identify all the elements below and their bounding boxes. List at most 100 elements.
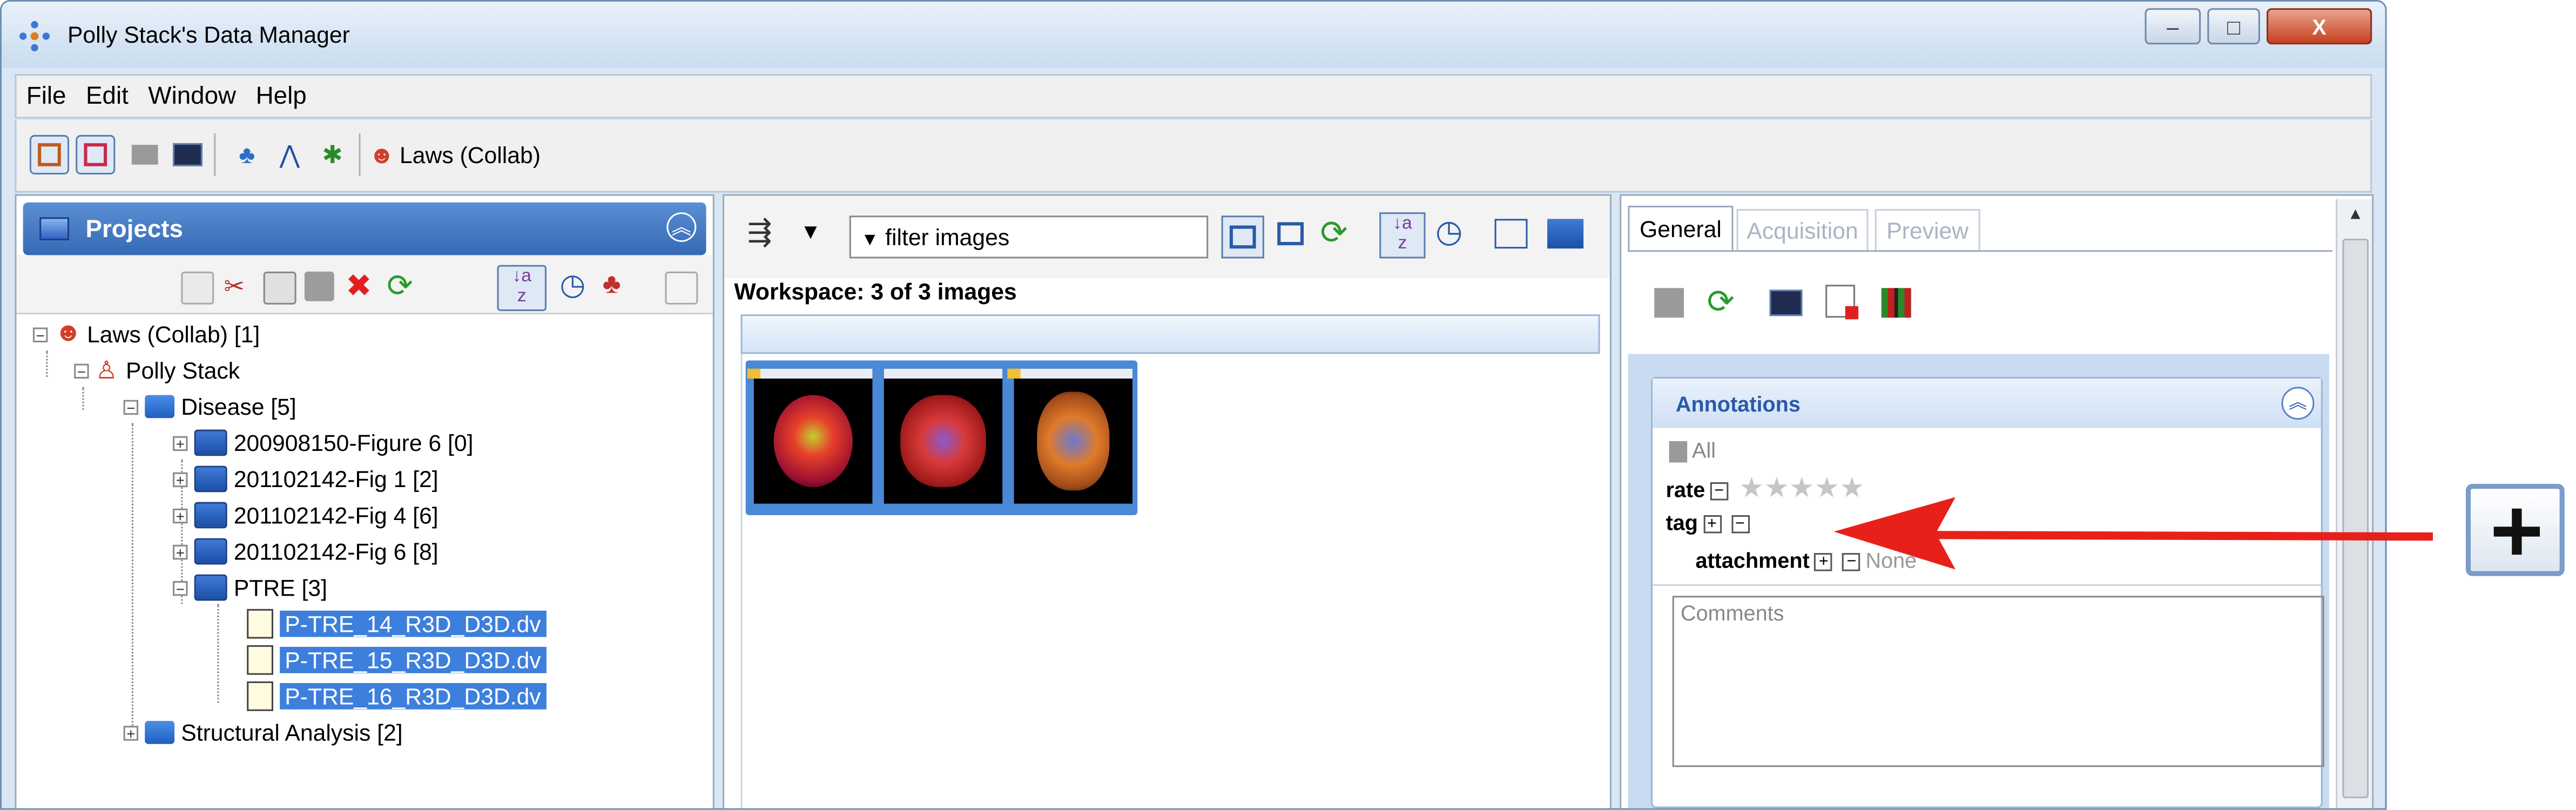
tag-row: tag + − (1666, 510, 1754, 535)
tab-acquisition[interactable]: Acquisition (1736, 209, 1869, 252)
tab-general[interactable]: General (1628, 206, 1734, 252)
collapse-icon[interactable]: − (74, 363, 89, 379)
tree-view-button[interactable] (29, 134, 70, 175)
menu-file[interactable]: File (16, 82, 76, 110)
open-viewer-button[interactable] (1769, 289, 1803, 316)
all-label: All (1692, 437, 1716, 463)
image-thumbnail[interactable] (747, 368, 873, 504)
refresh-icon: ⟳ (1320, 215, 1348, 252)
save-button[interactable] (1654, 288, 1684, 318)
tree-node-dataset[interactable]: + 201102142-Fig 6 [8] (173, 534, 439, 570)
refresh-icon: ⟳ (387, 269, 413, 305)
tree-view-icon (38, 143, 61, 166)
tree-node-dataset[interactable]: + 201102142-Fig 4 [6] (173, 497, 439, 533)
image-thumbnail[interactable] (884, 368, 1003, 504)
tree-node-dataset[interactable]: + 201102142-Fig 1 [2] (173, 461, 439, 497)
add-tag-icon[interactable]: + (1703, 515, 1721, 534)
sort-button[interactable]: ↓a z (497, 265, 547, 312)
close-button[interactable]: X (2267, 8, 2372, 45)
network-icon: ⋀ (279, 141, 300, 170)
paste-button[interactable] (304, 271, 334, 301)
filter-input[interactable]: ▼ filter images (849, 215, 1209, 259)
comments-textarea[interactable]: Comments (1672, 596, 2324, 767)
group-selector[interactable]: ☻ Laws (Collab) (369, 135, 616, 174)
layout-options-button[interactable]: ⇶ (747, 215, 772, 250)
tab-preview[interactable]: Preview (1874, 209, 1980, 252)
sort-az-icon: ↓a z (1393, 214, 1412, 254)
collapse-icon[interactable]: − (173, 580, 188, 596)
channels-button[interactable] (1881, 288, 1911, 318)
cell-image (900, 395, 986, 488)
scroll-up-icon[interactable]: ▲ (2347, 206, 2363, 224)
tree-node-dataset-ptre[interactable]: − PTRE [3] (173, 570, 327, 606)
recent-images-button[interactable]: ◷ (1435, 214, 1463, 252)
chevron-down-icon[interactable]: ▼ (800, 219, 821, 244)
tree-node-image[interactable]: P-TRE_16_R3D_D3D.dv (247, 678, 546, 714)
expand-icon[interactable]: + (123, 725, 139, 741)
import-button[interactable]: ♣ (603, 268, 632, 300)
group-label: Laws (Collab) (400, 141, 541, 168)
main-window: Polly Stack's Data Manager – □ X File Ed… (0, 0, 2387, 810)
collapse-all-button[interactable] (665, 271, 698, 305)
cut-button[interactable]: ✂ (224, 272, 254, 301)
thumbnail-view-button[interactable] (1221, 215, 1264, 259)
expand-icon[interactable]: + (173, 435, 188, 451)
list-icon (1277, 222, 1304, 246)
image-thumbnail[interactable] (1007, 368, 1133, 504)
viewer-button[interactable] (168, 135, 207, 174)
refresh-workspace-button[interactable]: ⟳ (1320, 212, 1347, 253)
flow-button[interactable]: ⋀ (270, 135, 309, 174)
recent-button[interactable]: ◷ (559, 268, 589, 301)
tree-node-group[interactable]: − ☻ Laws (Collab) [1] (32, 316, 260, 352)
delete-button[interactable]: ✖ (346, 268, 375, 305)
plus-icon (2465, 484, 2565, 576)
clock-icon: ◷ (559, 268, 586, 301)
collapse-annotations-button[interactable]: ︽ (2281, 387, 2315, 420)
expand-icon[interactable]: + (173, 508, 188, 523)
list-view-button[interactable] (1274, 217, 1310, 253)
dataset-icon (194, 465, 227, 492)
grid-button[interactable] (125, 135, 165, 174)
maximize-button[interactable]: □ (2207, 8, 2260, 45)
download-button[interactable] (1825, 285, 1859, 320)
sort-images-button[interactable]: ↓a z (1379, 212, 1426, 259)
tree-node-dataset[interactable]: + 200908150-Figure 6 [0] (173, 424, 473, 461)
tree-node-image[interactable]: P-TRE_15_R3D_D3D.dv (247, 642, 546, 678)
chevron-up-icon: ︽ (2289, 393, 2307, 414)
star-icon[interactable]: ★ (1739, 473, 1764, 504)
new-item-button[interactable] (181, 271, 214, 305)
star-icon[interactable]: ★ (1789, 473, 1814, 504)
image-file-icon (247, 645, 273, 675)
tree-node-project-structural[interactable]: + Structural Analysis [2] (123, 714, 403, 751)
rate-label: rate (1665, 477, 1705, 502)
datasets-button[interactable] (1547, 219, 1584, 249)
tree-node-label: 201102142-Fig 6 [8] (233, 538, 439, 565)
minimize-button[interactable]: – (2145, 8, 2201, 45)
collapse-panel-button[interactable]: ︽ (666, 212, 697, 242)
collapse-icon[interactable]: − (123, 399, 139, 415)
show-all-row[interactable]: All (1669, 438, 1716, 463)
delete-x-icon: ✖ (346, 269, 372, 305)
people-button[interactable]: ♣ (227, 135, 267, 174)
menu-window[interactable]: Window (138, 82, 246, 110)
view-image-button[interactable] (1494, 219, 1528, 249)
refresh-button[interactable]: ⟳ (387, 268, 416, 305)
project-folder-icon (145, 721, 175, 744)
star-icon[interactable]: ★ (1764, 473, 1789, 504)
menu-edit[interactable]: Edit (76, 82, 138, 110)
tree-node-project-disease[interactable]: − Disease [5] (123, 388, 296, 424)
tree-node-image[interactable]: P-TRE_14_R3D_D3D.dv (247, 606, 546, 642)
tree-node-user[interactable]: − ♙ Polly Stack (74, 352, 240, 388)
remove-tag-icon[interactable]: − (1730, 515, 1749, 534)
refresh-inspector-button[interactable]: ⟳ (1707, 281, 1735, 322)
projects-folder-icon (39, 217, 70, 241)
menu-help[interactable]: Help (246, 82, 316, 110)
analysis-button[interactable]: ✱ (313, 135, 352, 174)
editor-button[interactable] (76, 134, 116, 175)
expand-icon[interactable]: + (173, 471, 188, 487)
attachment-label: attachment (1695, 548, 1810, 573)
collapse-icon[interactable]: − (32, 327, 48, 342)
copy-button[interactable] (263, 271, 296, 305)
remove-rating-icon[interactable]: − (1710, 482, 1728, 501)
expand-icon[interactable]: + (173, 544, 188, 559)
